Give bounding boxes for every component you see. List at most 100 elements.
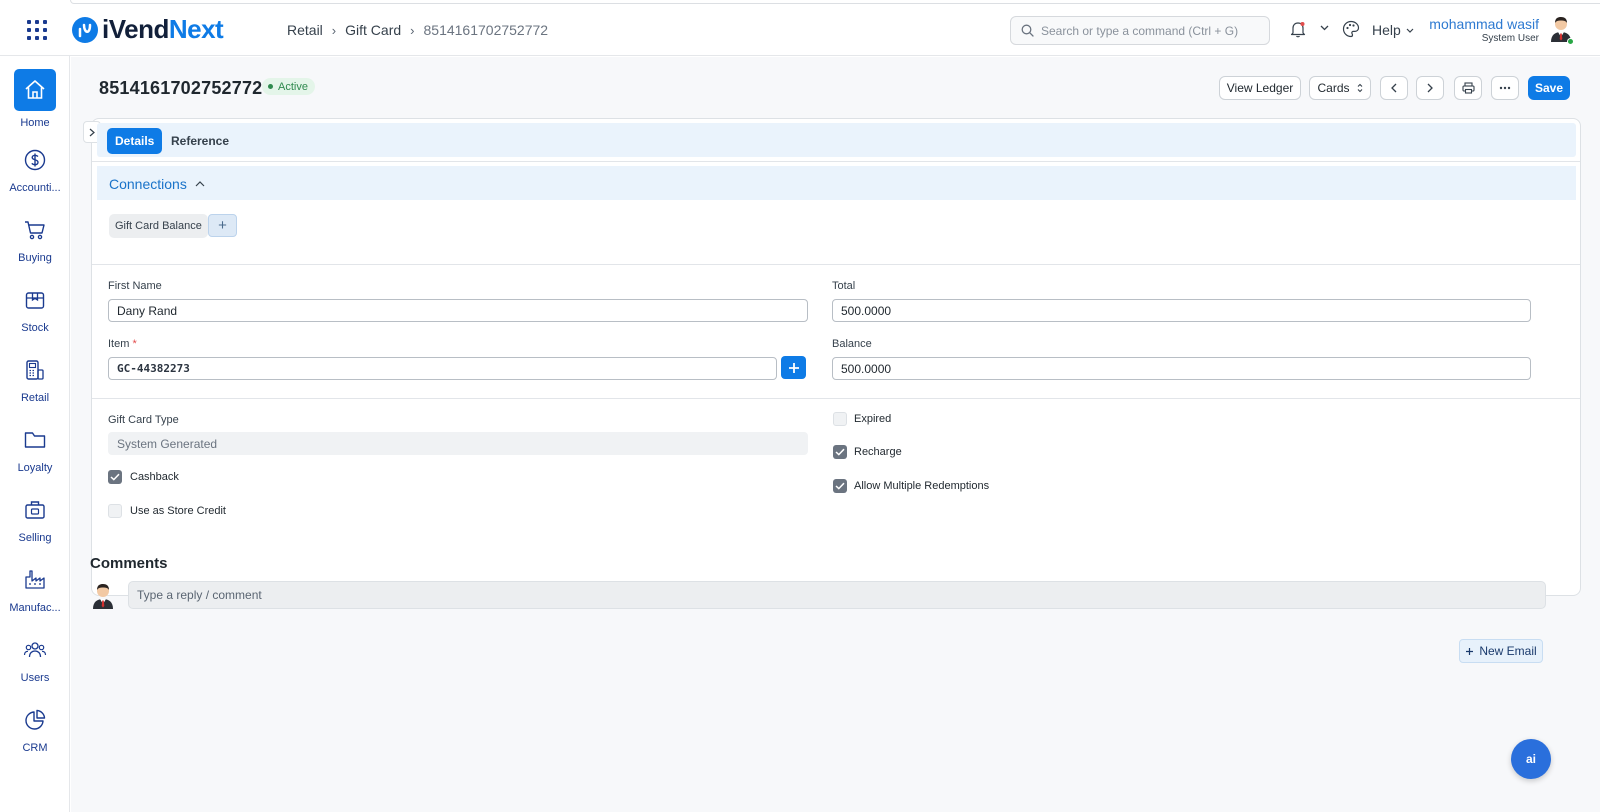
ai-label: ai bbox=[1525, 752, 1536, 766]
form-card: Details Reference Connections Gift Card … bbox=[83, 118, 1581, 596]
check-icon bbox=[835, 448, 845, 456]
sidebar-item-loyalty[interactable]: Loyalty bbox=[0, 428, 70, 474]
total-field[interactable]: 500.0000 bbox=[832, 299, 1531, 322]
use-as-store-credit-checkbox[interactable] bbox=[108, 504, 122, 518]
more-actions-button[interactable] bbox=[1491, 76, 1519, 100]
new-email-label: New Email bbox=[1479, 644, 1537, 658]
chevron-down-icon[interactable] bbox=[1320, 25, 1329, 31]
apps-grid-icon[interactable] bbox=[27, 20, 47, 40]
sidebar-item-label: Selling bbox=[18, 532, 52, 544]
cards-label: Cards bbox=[1317, 81, 1350, 95]
sidebar-item-selling[interactable]: Selling bbox=[0, 498, 70, 544]
required-mark: * bbox=[132, 338, 137, 350]
item-label-text: Item bbox=[108, 338, 130, 350]
brand-name-part1: iVend bbox=[102, 14, 169, 44]
briefcase-icon bbox=[25, 501, 45, 519]
user-role: System User bbox=[1481, 33, 1539, 44]
chevron-down-icon bbox=[1406, 28, 1414, 33]
sidebar-item-retail[interactable]: Retail bbox=[0, 358, 70, 404]
brand-logo[interactable]: iVendNext bbox=[102, 14, 224, 45]
sidebar-item-label: Buying bbox=[18, 252, 52, 264]
check-icon bbox=[110, 473, 120, 481]
check-icon bbox=[835, 482, 845, 490]
cards-dropdown[interactable]: Cards bbox=[1309, 76, 1371, 100]
cashback-label: Cashback bbox=[130, 471, 179, 483]
dollar-circle-icon bbox=[24, 149, 46, 171]
breadcrumb-retail[interactable]: Retail bbox=[287, 22, 323, 38]
sidebar-item-label: Users bbox=[20, 672, 50, 684]
search-input[interactable]: Search or type a command (Ctrl + G) bbox=[1010, 16, 1270, 45]
plus-icon bbox=[788, 362, 799, 373]
sidebar-item-label: Accounti... bbox=[9, 182, 61, 194]
new-email-button[interactable]: New Email bbox=[1459, 639, 1543, 663]
online-status-dot bbox=[1567, 38, 1574, 45]
brand-name-part2: Next bbox=[168, 14, 224, 44]
search-icon bbox=[1021, 24, 1034, 37]
help-label: Help bbox=[1372, 22, 1401, 38]
allow-multiple-redemptions-checkbox[interactable] bbox=[833, 479, 847, 493]
top-navbar: iVendNext Retail › Gift Card › 851416170… bbox=[0, 0, 1600, 56]
sidebar-item-stock[interactable]: Stock bbox=[0, 288, 70, 334]
recharge-checkbox[interactable] bbox=[833, 445, 847, 459]
save-button[interactable]: Save bbox=[1528, 76, 1570, 100]
gift-card-type-field: System Generated bbox=[108, 432, 808, 455]
home-icon-tile bbox=[14, 69, 56, 111]
previous-button[interactable] bbox=[1380, 76, 1408, 100]
sidebar-item-label: Retail bbox=[20, 392, 50, 404]
recharge-label: Recharge bbox=[854, 446, 902, 458]
pos-terminal-icon bbox=[26, 360, 44, 380]
expired-label: Expired bbox=[854, 413, 892, 425]
box-icon bbox=[25, 292, 45, 309]
chevron-right-icon: › bbox=[331, 22, 337, 38]
form-tabs: Details Reference bbox=[97, 123, 1576, 157]
sidebar-item-label: Loyalty bbox=[17, 462, 53, 474]
chevron-right-icon bbox=[89, 128, 95, 136]
item-label: Item * bbox=[108, 338, 137, 350]
palette-icon[interactable] bbox=[1342, 20, 1360, 38]
sidebar-item-buying[interactable]: Buying bbox=[0, 218, 70, 264]
logo-icon[interactable] bbox=[72, 17, 98, 43]
expired-checkbox[interactable] bbox=[833, 412, 847, 426]
main-content: 8514161702752772 Active View Ledger Card… bbox=[71, 57, 1600, 812]
page-title: 8514161702752772 bbox=[99, 78, 263, 98]
connection-gift-card-balance[interactable]: Gift Card Balance bbox=[109, 214, 208, 238]
item-field[interactable]: GC-44382273 bbox=[108, 357, 777, 380]
sort-arrows-icon bbox=[1357, 83, 1362, 93]
connections-toggle[interactable]: Connections bbox=[109, 176, 205, 192]
add-item-button[interactable] bbox=[781, 356, 806, 379]
view-ledger-button[interactable]: View Ledger bbox=[1219, 76, 1301, 100]
user-name[interactable]: mohammad wasif bbox=[1429, 16, 1539, 32]
total-label: Total bbox=[832, 280, 856, 292]
sidebar-item-label: Manufac... bbox=[9, 602, 61, 614]
status-badge: Active bbox=[262, 78, 315, 95]
notification-bell-icon[interactable] bbox=[1290, 21, 1306, 38]
first-name-field[interactable]: Dany Rand bbox=[108, 299, 808, 322]
sidebar-item-users[interactable]: Users bbox=[0, 638, 70, 684]
sidebar-item-manufacturing[interactable]: Manufac... bbox=[0, 568, 70, 614]
printer-icon bbox=[1461, 82, 1475, 94]
connections-header: Connections bbox=[97, 166, 1576, 200]
sidebar-item-home[interactable]: Home bbox=[0, 69, 70, 129]
sidebar-item-accounting[interactable]: Accounti... bbox=[0, 148, 70, 194]
balance-field[interactable]: 500.0000 bbox=[832, 357, 1531, 380]
comment-input[interactable]: Type a reply / comment bbox=[128, 581, 1546, 609]
search-placeholder: Search or type a command (Ctrl + G) bbox=[1041, 23, 1239, 38]
sidebar-item-crm[interactable]: CRM bbox=[0, 708, 70, 754]
cashback-checkbox[interactable] bbox=[108, 470, 122, 484]
save-label: Save bbox=[1534, 81, 1564, 95]
help-menu[interactable]: Help bbox=[1372, 22, 1414, 38]
status-label: Active bbox=[278, 80, 308, 93]
next-button[interactable] bbox=[1416, 76, 1444, 100]
breadcrumb-gift-card[interactable]: Gift Card bbox=[345, 22, 401, 38]
comments-title: Comments bbox=[90, 555, 168, 572]
connections-title: Connections bbox=[109, 176, 187, 192]
comment-avatar bbox=[93, 584, 113, 609]
add-connection-button[interactable]: + bbox=[208, 214, 237, 237]
tab-details[interactable]: Details bbox=[107, 128, 163, 154]
tab-reference[interactable]: Reference bbox=[163, 128, 237, 154]
sidebar-item-label: Home bbox=[20, 117, 50, 129]
print-button[interactable] bbox=[1454, 76, 1482, 100]
pie-chart-icon bbox=[25, 709, 46, 730]
ai-assistant-button[interactable]: ai bbox=[1511, 739, 1551, 779]
first-name-label: First Name bbox=[108, 280, 162, 292]
